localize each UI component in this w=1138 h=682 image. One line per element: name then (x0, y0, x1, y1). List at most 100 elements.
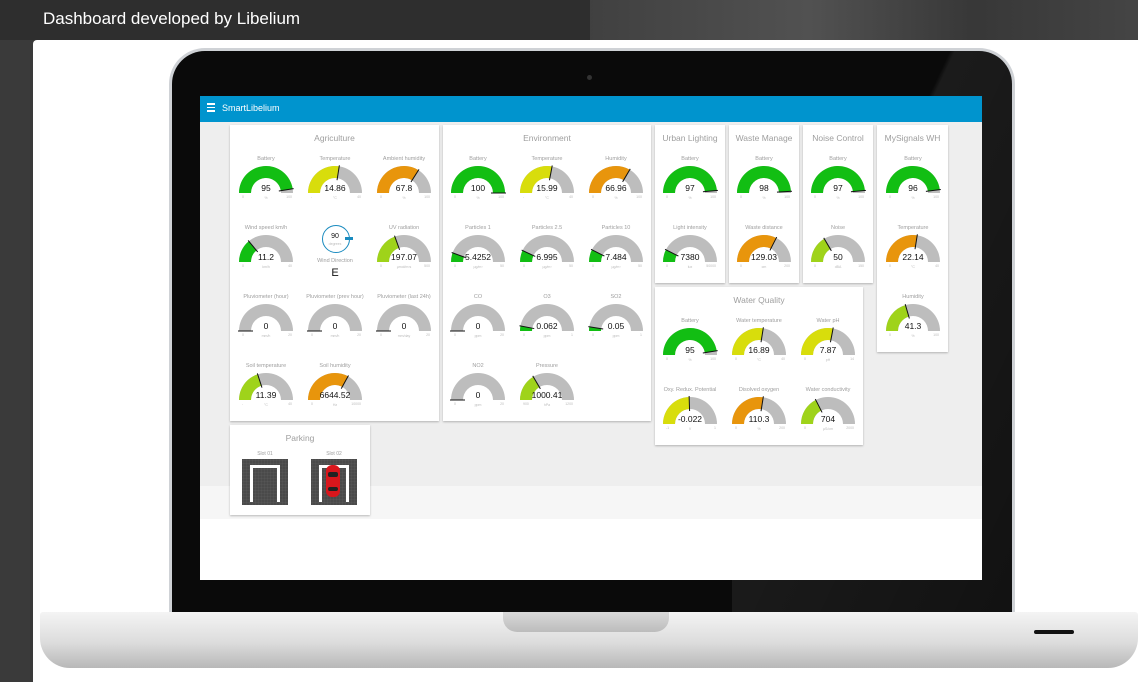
gauge-value: 129.03 (751, 252, 777, 262)
panel-title: MySignals WH (884, 133, 941, 143)
gauge-label: Particles 10 (601, 225, 631, 231)
gauge: Battery 100 0% 100 (444, 156, 512, 222)
gauge-max: 50 (569, 264, 573, 268)
panel-water-quality: Water Quality Battery 95 0% 100 Water tempe… (655, 287, 863, 445)
laptop-speaker (1034, 630, 1074, 634)
gauge-label: Pressure (535, 363, 558, 369)
gauge-label: Soil temperature (245, 363, 287, 369)
panel-title: Urban Lighting (662, 133, 718, 143)
gauge-label: Water pH (816, 318, 840, 324)
gauge-max: 14 (850, 357, 854, 361)
gauge-value: 0.05 (607, 321, 625, 331)
camera-icon (587, 75, 592, 80)
gauge: Pluviometer (last 24h) 0 0 mm/day 20 (370, 294, 438, 360)
gauge-max: 50 (500, 264, 504, 268)
gauge-label: Battery (257, 156, 275, 162)
gauge-label: Temperature (531, 156, 563, 162)
gauge-max: 40 (935, 264, 939, 268)
gauge-label: SO2 (610, 294, 622, 300)
gauge-label: O3 (543, 294, 551, 300)
gauge: Battery 95 0% 100 (656, 318, 724, 384)
gauge-max: 100 (933, 195, 939, 199)
gauge-label: Disolved oxygen (738, 387, 780, 393)
parking-asphalt (311, 459, 357, 505)
gauge: Pluviometer (hour) 0 0 mm/h 20 (232, 294, 300, 360)
gauge-label: Water conductivity (805, 387, 851, 393)
gauge-max: 100 (424, 195, 430, 199)
gauge-label: NO2 (472, 363, 484, 369)
gauge: Pressure 1000.41 900 hPa 1200 (513, 363, 581, 429)
gauge-value: 7.484 (605, 252, 627, 262)
gauge-value: 197.07 (391, 252, 417, 262)
gauge: Humidity 66.96 0% 100 (582, 156, 650, 222)
gauge-max: 100 (784, 195, 790, 199)
gauge: Wind speed km/h 11.2 0 km/h 40 (232, 225, 300, 291)
gauge-max: 40 (781, 357, 785, 361)
gauge-value: 100 (470, 183, 486, 193)
gauge-value: 7380 (680, 252, 700, 262)
gauge-label: Wind speed km/h (244, 225, 288, 231)
gauge-max: 40 (288, 264, 292, 268)
gauge-max: 100 (498, 195, 504, 199)
gauge-label: Battery (681, 318, 699, 324)
gauge-max: 150 (858, 264, 864, 268)
gauge-label: Light intensity (673, 225, 707, 231)
gauge-label: Pluviometer (prev hour) (306, 294, 364, 300)
gauge-value: 1000.41 (531, 390, 563, 400)
page-caption: Dashboard developed by Libelium (43, 9, 301, 28)
gauge-value: 0 (475, 321, 481, 331)
gauge-label: Soil humidity (319, 363, 351, 369)
gauge-label: Battery (469, 156, 487, 162)
gauge-label: Pluviometer (hour) (243, 294, 289, 300)
gauge-value: 0 (401, 321, 407, 331)
gauge: Temperature 15.99- °C 40 (513, 156, 581, 222)
gauge-value: 15.99 (536, 183, 558, 193)
top-bar: Dashboard developed by Libelium (0, 0, 1138, 40)
wind-direction-label: Wind Direction (317, 258, 353, 264)
gauge: Particles 10 7.484 0 µg/m³ 50 (582, 225, 650, 291)
gauge-max: 50000 (706, 264, 716, 268)
gauge-max: 100 (858, 195, 864, 199)
gauge: Water pH 7.87 0 pH 14 (794, 318, 862, 384)
dashboard-screen: SmartLibelium Agriculture Battery 95 0% 100… (200, 96, 982, 580)
gauge: NO2 0 0 ppm 20 (444, 363, 512, 429)
gauge: Particles 1 5.4252 0 µg/m³ 50 (444, 225, 512, 291)
panel-title: Waste Manage (735, 133, 793, 143)
gauge-value: 704 (820, 414, 836, 424)
panel-mysignals: MySignals WH Battery 96 0% 100 Temperature 2… (877, 125, 948, 352)
laptop-notch (503, 612, 669, 632)
gauge-label: Battery (681, 156, 699, 162)
wind-direction-compass: 90 degrees Wind Direction E (301, 223, 369, 289)
gauge-value: 98 (759, 183, 769, 193)
gauge-label: Battery (904, 156, 922, 162)
gauge-label: Humidity (902, 294, 924, 300)
hamburger-menu-icon[interactable] (207, 103, 216, 112)
gauge-max: 100 (710, 195, 716, 199)
gauge-label: UV radiation (388, 225, 420, 231)
gauge-max: 20 (288, 333, 292, 337)
gauge-max: 2000 (846, 426, 854, 430)
gauge: Battery 97 0% 100 (804, 156, 872, 222)
wind-direction-unit: degrees (328, 242, 342, 246)
gauge-label: Particles 1 (465, 225, 491, 231)
gauge-value: 14.86 (324, 183, 346, 193)
parking-slot-label: Slot 02 (326, 451, 342, 457)
gauge: Oxy. Redux. Potential -0.022 -1 V 1 (656, 387, 724, 453)
panel-noise-control: Noise Control Battery 97 0% 100 Noise 50 0 dBA… (803, 125, 873, 283)
gauge: Ambient humidity 67.8 0% 100 (370, 156, 438, 222)
gauge-max: 100 (933, 333, 939, 337)
gauge-value: 41.3 (904, 321, 922, 331)
gauge-max: 1 (640, 333, 642, 337)
gauge-max: 100 (710, 357, 716, 361)
gauge-max: 100 (286, 195, 292, 199)
parking-slot-label: Slot 01 (257, 451, 273, 457)
gauge-max: 200 (779, 426, 785, 430)
gauge: Temperature 22.14 0 °C 40 (879, 225, 947, 291)
gauge: SO2 0.05 0 ppm 1 (582, 294, 650, 360)
gauge: CO 0 0 ppm 20 (444, 294, 512, 360)
gauge-value: 110.3 (748, 414, 770, 424)
parking-slot: Slot 01 (230, 451, 288, 509)
gauge-max: 10000 (351, 402, 361, 406)
gauge-label: Temperature (897, 225, 929, 231)
gauge-value: 96 (908, 183, 918, 193)
